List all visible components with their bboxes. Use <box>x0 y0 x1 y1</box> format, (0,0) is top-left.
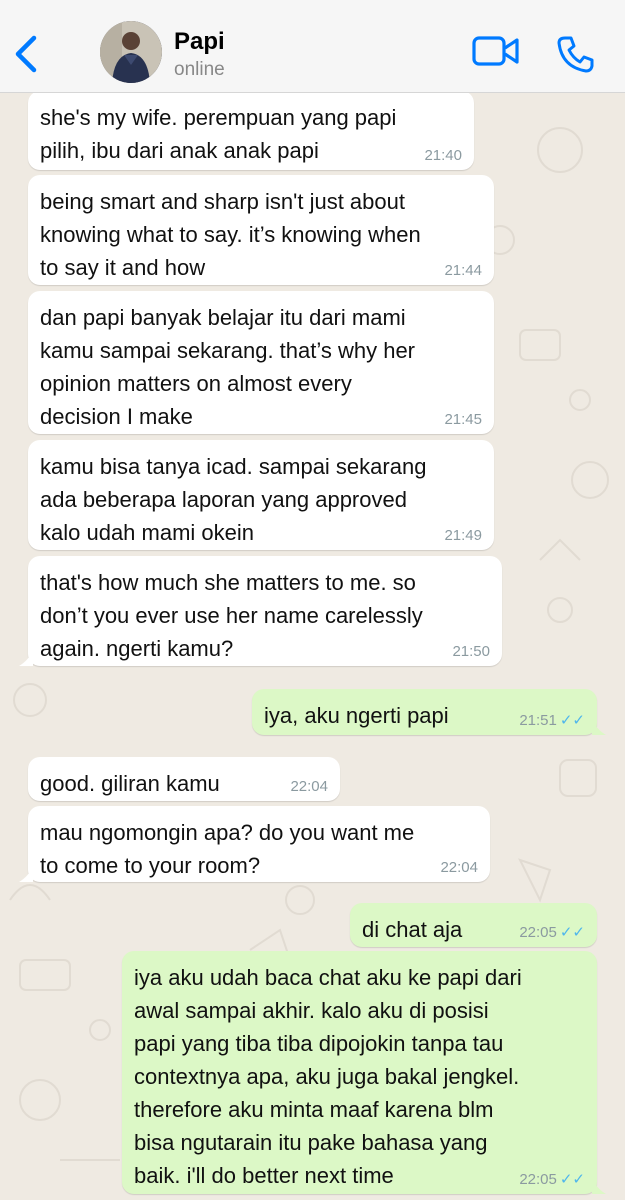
bubble-tail <box>19 650 33 666</box>
message-text: being smart and sharp isn't just about k… <box>40 189 421 280</box>
chat-header: Papi online <box>0 0 625 93</box>
message-text: that's how much she matters to me. so do… <box>40 570 423 661</box>
read-receipt-icon: ✓✓ <box>559 712 585 729</box>
message-bubble-incoming[interactable]: mau ngomongin apa? do you want me to com… <box>19 806 490 882</box>
message-time: 21:51 <box>519 712 557 729</box>
message-time: 21:49 <box>444 527 482 544</box>
message-time: 21:50 <box>452 643 490 660</box>
message-bubble-outgoing[interactable]: iya, aku ngerti papi 21:51 ✓✓ <box>252 689 606 735</box>
message-bubble-incoming[interactable]: kamu bisa tanya icad. sampai sekarang ad… <box>28 440 494 550</box>
contact-status: online <box>174 59 225 80</box>
bubble-tail <box>592 1178 606 1194</box>
message-time: 21:45 <box>444 411 482 428</box>
bubble-tail <box>592 719 606 735</box>
message-text: iya aku udah baca chat aku ke papi dari … <box>134 965 522 1188</box>
message-meta: 22:05 ✓✓ <box>519 1172 585 1187</box>
message-time: 22:05 <box>519 924 557 941</box>
message-time: 21:40 <box>424 147 462 164</box>
message-time: 21:44 <box>444 262 482 279</box>
chevron-left-icon[interactable] <box>12 32 42 76</box>
video-camera-icon[interactable] <box>472 34 520 70</box>
phone-icon[interactable] <box>556 34 596 74</box>
message-time: 22:04 <box>290 778 328 795</box>
message-text: kamu bisa tanya icad. sampai sekarang ad… <box>40 454 427 545</box>
message-bubble-incoming[interactable]: she's my wife. perempuan yang papi pilih… <box>28 91 474 170</box>
message-bubble-incoming[interactable]: good. giliran kamu 22:04 <box>28 757 340 801</box>
message-bubble-incoming[interactable]: dan papi banyak belajar itu dari mami ka… <box>28 291 494 434</box>
message-text: she's my wife. perempuan yang papi pilih… <box>40 105 397 163</box>
avatar[interactable] <box>100 21 162 83</box>
bubble-tail <box>19 866 33 882</box>
message-text: good. giliran kamu <box>40 771 220 796</box>
message-bubble-incoming[interactable]: being smart and sharp isn't just about k… <box>28 175 494 285</box>
message-bubble-outgoing[interactable]: iya aku udah baca chat aku ke papi dari … <box>122 951 606 1194</box>
message-meta: 22:05 ✓✓ <box>519 925 585 940</box>
message-text: dan papi banyak belajar itu dari mami ka… <box>40 305 415 429</box>
message-time: 22:04 <box>440 859 478 876</box>
message-bubble-incoming[interactable]: that's how much she matters to me. so do… <box>19 556 502 666</box>
message-bubble-outgoing[interactable]: di chat aja 22:05 ✓✓ <box>350 903 597 947</box>
message-time: 22:05 <box>519 1171 557 1188</box>
message-text: mau ngomongin apa? do you want me to com… <box>40 820 415 878</box>
message-meta: 21:51 ✓✓ <box>519 713 585 728</box>
read-receipt-icon: ✓✓ <box>559 924 585 941</box>
read-receipt-icon: ✓✓ <box>559 1171 585 1188</box>
contact-name[interactable]: Papi <box>174 28 225 56</box>
